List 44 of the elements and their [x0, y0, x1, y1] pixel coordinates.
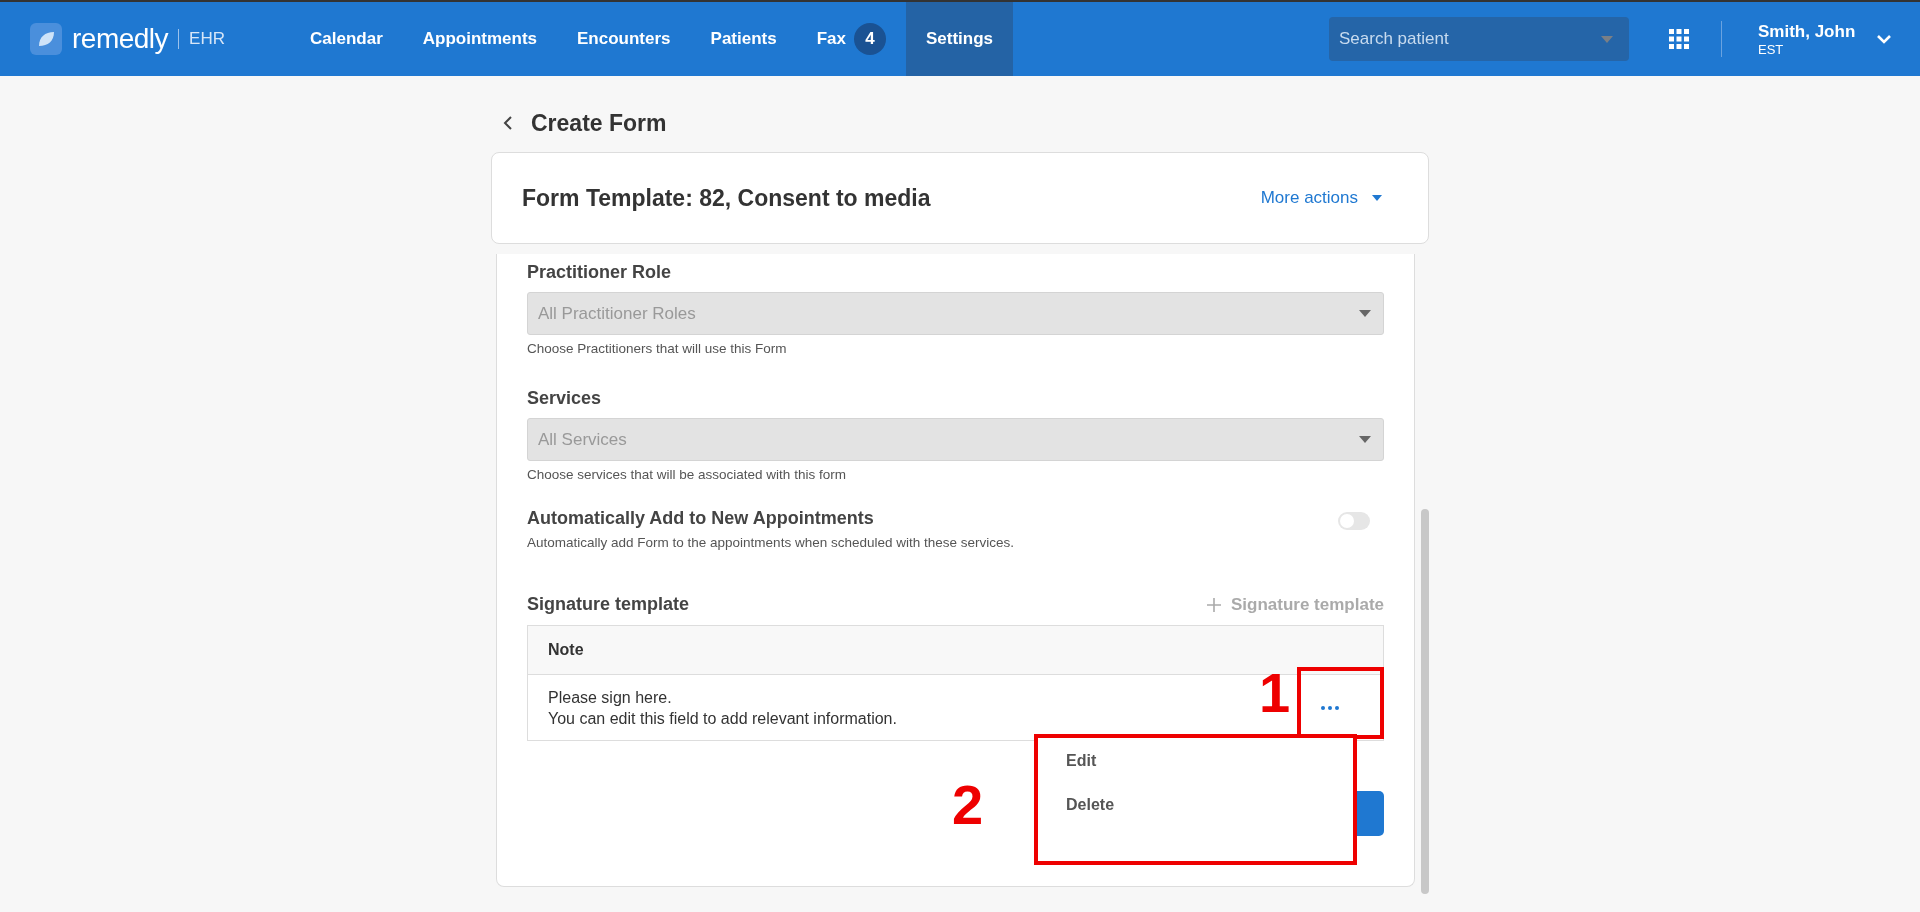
- patient-search-field[interactable]: Search patient: [1329, 17, 1629, 61]
- menu-item[interactable]: Delete: [1066, 796, 1353, 814]
- scrollbar-thumb[interactable]: [1421, 509, 1429, 894]
- note-text: You can edit this field to add relevant information.: [548, 708, 897, 729]
- timezone-label: EST: [1758, 41, 1785, 57]
- leaf-logo-icon: [30, 23, 62, 55]
- add-signature-template-button[interactable]: Signature template: [1206, 594, 1384, 615]
- dropdown-field[interactable]: All Practitioner Roles: [527, 292, 1384, 335]
- annotation-number: 1: [1259, 665, 1291, 721]
- caret-down-icon: [1359, 436, 1371, 443]
- field-hint: Choose services that will be associated with this form: [527, 467, 847, 482]
- field-hint: Automatically add Form to the appointments when scheduled with these services.: [527, 535, 1014, 550]
- plus-icon: [1206, 597, 1221, 612]
- caret-down-icon: [1359, 310, 1371, 317]
- field-hint: Choose Practitioners that will use this Form: [527, 341, 788, 356]
- annotation-number: 2: [952, 777, 984, 833]
- apps-grid-icon[interactable]: [1669, 29, 1689, 49]
- nav-tab[interactable]: Settings: [906, 2, 1014, 76]
- field-label: Automatically Add to New Appointments: [527, 508, 875, 529]
- caret-down-icon: [1372, 195, 1382, 201]
- product-label: EHR: [178, 29, 225, 49]
- more-actions-button[interactable]: More actions: [1254, 187, 1388, 209]
- dropdown-caret-icon: [1601, 36, 1613, 43]
- toggle-switch[interactable]: [1338, 512, 1370, 530]
- count-badge: 4: [854, 23, 886, 55]
- nav-tab[interactable]: Calendar: [290, 2, 403, 76]
- field-label: Services: [527, 388, 603, 409]
- chevron-down-icon[interactable]: [1876, 34, 1892, 44]
- user-name[interactable]: Smith, John: [1758, 21, 1868, 42]
- nav-tab[interactable]: Appointments: [402, 2, 558, 76]
- menu-item[interactable]: Edit: [1066, 752, 1353, 770]
- column-header: Note: [548, 641, 584, 659]
- nav-tab[interactable]: Encounters: [557, 2, 691, 76]
- page-title: Create Form: [531, 109, 667, 137]
- dropdown-field[interactable]: All Services: [527, 418, 1384, 461]
- section-title: Signature template: [527, 594, 690, 615]
- form-template-title: Form Template: 82, Consent to media: [522, 184, 931, 212]
- nav-tab[interactable]: Patients: [690, 2, 797, 76]
- note-text: Please sign here.: [548, 687, 673, 708]
- back-chevron-icon[interactable]: [503, 115, 513, 131]
- field-label: Practitioner Role: [527, 262, 673, 283]
- logo-text: remedly: [72, 23, 169, 55]
- nav-tab[interactable]: Fax 4: [796, 2, 906, 76]
- ellipsis-icon: [1321, 705, 1339, 710]
